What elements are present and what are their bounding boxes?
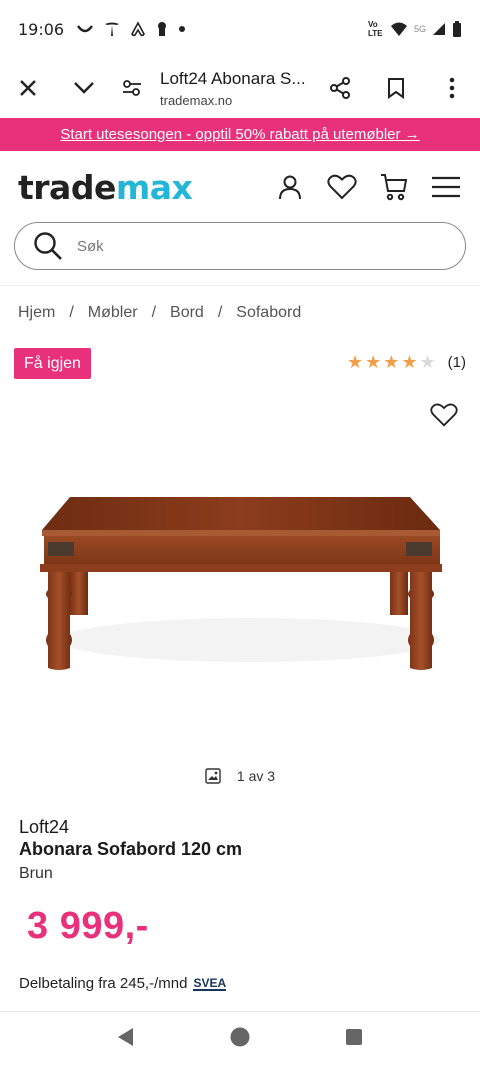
heart-icon — [430, 403, 458, 427]
back-triangle-icon — [118, 1028, 134, 1046]
recents-square-icon — [345, 1029, 362, 1045]
image-gallery-counter: 1 av 3 — [0, 768, 480, 784]
bookmark-icon — [388, 78, 404, 99]
product-name: Abonara Sofabord 120 cm — [19, 839, 243, 859]
airbnb-icon — [131, 21, 146, 37]
breadcrumb-separator: / — [69, 304, 74, 321]
home-button[interactable] — [230, 1027, 250, 1052]
star-icon: ★ — [401, 352, 418, 372]
site-header: trademax — [0, 151, 480, 223]
svea-logo: SVEA — [193, 975, 227, 991]
close-tab-button[interactable] — [0, 60, 56, 116]
cart-icon — [381, 174, 408, 201]
breadcrumb-separator: / — [151, 304, 157, 321]
account-button[interactable] — [274, 171, 306, 203]
search-input[interactable] — [77, 237, 407, 255]
status-notification-icons — [76, 21, 186, 37]
header-divider — [0, 285, 480, 286]
dot-icon — [179, 26, 186, 32]
expand-button[interactable] — [56, 60, 112, 116]
star-icon: ★ — [365, 352, 382, 372]
breadcrumb-item-bord[interactable]: Bord — [170, 304, 204, 322]
bookmark-button[interactable] — [368, 60, 424, 116]
add-to-wishlist-button[interactable] — [430, 402, 458, 430]
promo-link[interactable]: Start utesesongen - opptil 50% rabatt på… — [60, 126, 419, 143]
status-right-icons: Vo LTE 5G — [368, 20, 462, 38]
close-icon — [20, 80, 36, 96]
coffee-table-illustration — [40, 497, 442, 670]
keyhole-icon — [158, 22, 167, 36]
breadcrumb-item-sofabord[interactable]: Sofabord — [236, 304, 301, 322]
star-empty-icon: ★ — [419, 352, 436, 372]
product-brand[interactable]: Loft24 — [19, 817, 69, 838]
search-bar[interactable] — [14, 222, 466, 270]
browser-toolbar: Loft24 Abonara S... trademax.no — [0, 58, 480, 118]
more-vertical-icon — [449, 77, 455, 99]
installment-text: Delbetaling fra 245,-/mnd — [19, 975, 188, 992]
volte-label: Vo LTE — [367, 20, 383, 38]
tune-icon — [123, 80, 141, 96]
cashback-badge: Få igjen — [14, 348, 91, 379]
heart-icon — [327, 174, 357, 200]
product-color: Brun — [19, 865, 53, 882]
system-nav-bar — [0, 1012, 480, 1067]
trademax-logo[interactable]: trademax — [18, 167, 193, 207]
more-menu-button[interactable] — [424, 60, 480, 116]
wifi-icon — [390, 22, 407, 36]
page-domain: trademax.no — [160, 92, 233, 108]
home-circle-icon — [230, 1027, 250, 1047]
recents-button[interactable] — [345, 1028, 363, 1051]
header-actions — [274, 171, 462, 203]
review-count: (1) — [447, 353, 466, 371]
image-icon — [205, 768, 221, 784]
page-title: Loft24 Abonara S... — [160, 68, 306, 88]
hamburger-icon — [432, 176, 460, 198]
page-title-area[interactable]: Loft24 Abonara S... trademax.no — [152, 69, 312, 108]
breadcrumb-item-hjem[interactable]: Hjem — [18, 304, 55, 322]
wishlist-button[interactable] — [326, 171, 358, 203]
breadcrumb-separator: / — [217, 304, 223, 321]
battery-icon — [453, 21, 461, 37]
user-icon — [279, 175, 301, 200]
status-time: 19:06 — [18, 19, 65, 39]
star-icon: ★ — [383, 352, 400, 372]
status-bar: 19:06 Vo LTE 5G — [0, 0, 480, 58]
share-button[interactable] — [312, 60, 368, 116]
product-rating[interactable]: ★ ★ ★ ★ ★ (1) — [347, 352, 466, 372]
gallery-counter-text: 1 av 3 — [236, 768, 276, 784]
star-icon: ★ — [346, 352, 364, 372]
breadcrumb-item-mobler[interactable]: Møbler — [88, 304, 138, 322]
chevron-down-icon — [74, 82, 94, 94]
product-image[interactable] — [30, 470, 450, 690]
menu-button[interactable] — [430, 171, 462, 203]
installment-info[interactable]: Delbetaling fra 245,-/mnd SVEA — [19, 975, 227, 992]
search-icon — [34, 232, 62, 260]
breadcrumb: Hjem / Møbler / Bord / Sofabord — [18, 304, 301, 322]
cart-button[interactable] — [378, 171, 410, 203]
product-price: 3 999,- — [27, 905, 149, 947]
site-settings-button[interactable] — [112, 60, 152, 116]
network-type-label: 5G — [413, 24, 426, 34]
tesla-icon — [105, 22, 120, 36]
signal-icon — [433, 23, 445, 35]
promo-banner[interactable]: Start utesesongen - opptil 50% rabatt på… — [0, 118, 480, 151]
smile-icon — [77, 25, 94, 33]
logo-part-max: max — [115, 167, 193, 207]
share-icon — [330, 77, 350, 99]
back-button[interactable] — [117, 1027, 135, 1052]
logo-part-trade: trade — [18, 167, 116, 207]
